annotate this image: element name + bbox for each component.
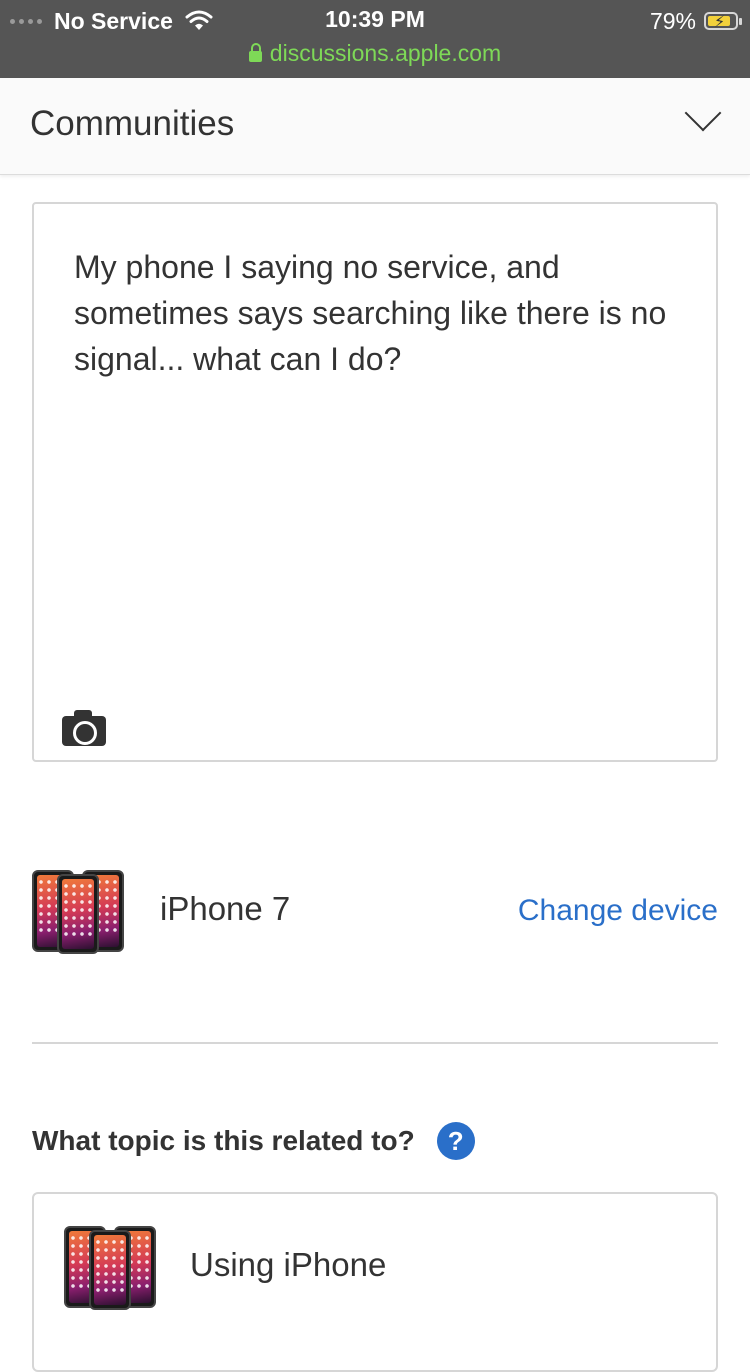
topic-question-label: What topic is this related to? bbox=[32, 1125, 415, 1156]
help-icon[interactable]: ? bbox=[436, 1122, 475, 1160]
topic-label: Using iPhone bbox=[190, 1246, 387, 1283]
battery-percent: 79% bbox=[649, 7, 696, 34]
url-text: discussions.apple.com bbox=[269, 40, 502, 66]
status-bar: No Service 10:39 PM 79% ⚡ discussions.ap… bbox=[0, 0, 750, 78]
iphone-thumbnail-icon bbox=[64, 1224, 156, 1310]
change-device-link[interactable]: Change device bbox=[518, 894, 718, 928]
clock: 10:39 PM bbox=[325, 6, 425, 32]
topic-question: What topic is this related to? ? bbox=[32, 1122, 475, 1160]
question-text[interactable]: My phone I saying no service, and someti… bbox=[74, 244, 684, 382]
address-bar[interactable]: discussions.apple.com bbox=[0, 40, 750, 67]
charging-bolt-icon: ⚡ bbox=[714, 14, 726, 31]
divider bbox=[32, 1042, 718, 1044]
status-right: 79% ⚡ bbox=[649, 6, 742, 36]
battery-icon: ⚡ bbox=[704, 12, 742, 31]
lock-icon bbox=[248, 43, 262, 62]
device-name: iPhone 7 bbox=[160, 890, 291, 927]
device-row: iPhone 7 Change device bbox=[32, 866, 718, 956]
topic-option-using-iphone[interactable]: Using iPhone bbox=[32, 1192, 718, 1372]
question-textarea[interactable]: My phone I saying no service, and someti… bbox=[32, 202, 718, 762]
communities-header[interactable]: Communities bbox=[0, 78, 750, 175]
chevron-down-icon[interactable] bbox=[684, 94, 722, 132]
iphone-thumbnail-icon bbox=[32, 868, 124, 954]
camera-icon[interactable] bbox=[62, 710, 106, 746]
page-title: Communities bbox=[30, 104, 235, 143]
